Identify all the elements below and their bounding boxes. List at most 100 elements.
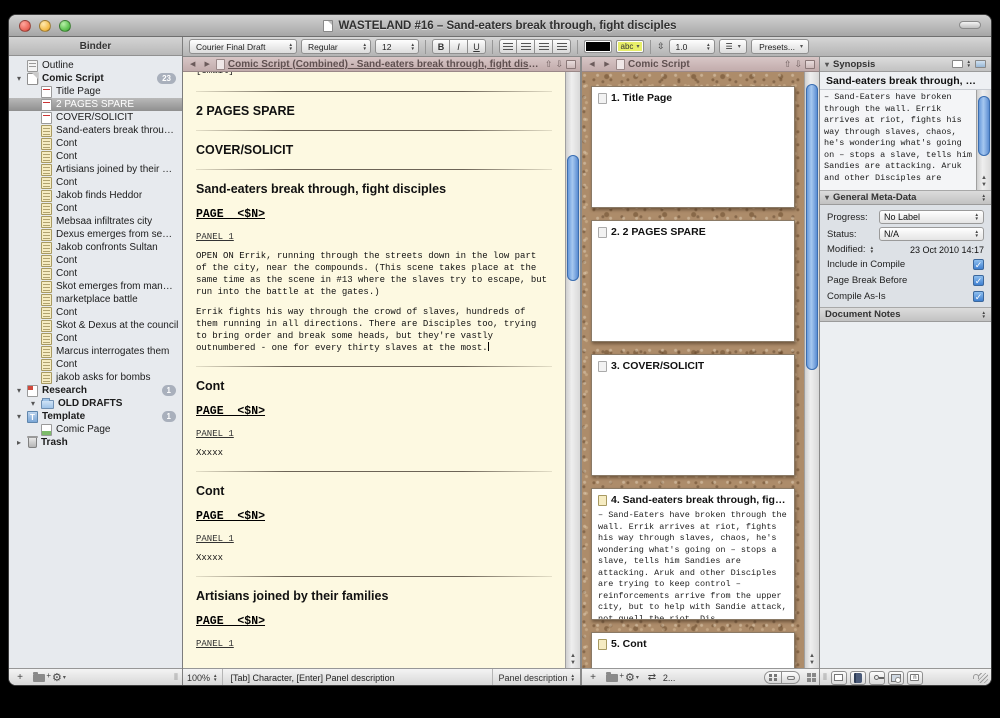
zoom-window-button[interactable] [59,20,71,32]
disclosure-triangle-icon[interactable] [17,438,27,447]
comments-tab-button[interactable]: n [907,671,923,685]
binder-item[interactable]: Cont [9,332,182,345]
index-card[interactable]: 2. 2 PAGES SPARE [591,220,795,342]
binder-item[interactable]: Comic Script 23 [9,72,182,85]
binder-item[interactable]: Cont [9,150,182,163]
status-select[interactable]: N/A ▲▼ [879,227,984,241]
font-size-select[interactable]: 12 ▲▼ [375,39,419,54]
notes-section-header[interactable]: Document Notes ▲▼ [820,307,991,322]
checkbox-checked[interactable]: ✓ [973,291,984,302]
minimize-window-button[interactable] [39,20,51,32]
meta-section-header[interactable]: General Meta-Data ▲▼ [820,190,991,205]
binder-item[interactable]: Outline [9,59,182,72]
previous-document-button[interactable]: ⇧ [545,59,553,70]
text-color-well[interactable] [584,40,612,53]
editor-text-area[interactable]: [email] 2 PAGES SPARE COVER/SOLICIT [183,72,565,668]
corkboard-scrollbar-thumb[interactable] [806,84,818,370]
notes-tab-button[interactable] [831,671,847,685]
binder-item[interactable]: marketplace battle [9,293,182,306]
binder-item[interactable]: Comic Page [9,423,182,436]
disclosure-triangle-icon[interactable] [31,399,41,408]
underline-button[interactable]: U [468,39,486,54]
align-center-button[interactable] [517,39,535,54]
synopsis-title[interactable]: Sand-eaters break through, … [820,72,991,90]
binder-item[interactable]: Research 1 [9,384,182,397]
references-tab-button[interactable] [850,671,866,685]
next-document-button[interactable]: ⇩ [794,59,802,70]
split-editor-button[interactable] [566,60,576,69]
scroll-arrows[interactable]: ▲▼ [805,653,819,667]
disclosure-triangle-icon[interactable] [17,74,27,83]
action-menu-button[interactable]: ⚙▾ [623,671,641,684]
forward-arrow-button[interactable]: ▶ [201,60,212,68]
index-card[interactable]: 4. Sand-eaters break through, fight… – S… [591,488,795,620]
corkboard-surface[interactable]: 1. Title Page 2. 2 PAGES SPARE [582,72,804,668]
image-view-icon[interactable] [975,60,986,68]
document-notes-area[interactable] [820,322,991,668]
binder-item[interactable]: Cont [9,267,182,280]
add-folder-button[interactable] [604,671,620,684]
back-arrow-button[interactable]: ◀ [187,60,198,68]
presets-menu[interactable]: Presets... ▾ [751,39,809,54]
index-card[interactable]: 1. Title Page [591,86,795,208]
synopsis-text[interactable]: – Sand-Eaters have broken through the wa… [820,90,976,190]
synopsis-section-header[interactable]: Synopsis ▲▼ [820,57,991,72]
align-left-button[interactable] [499,39,517,54]
index-card[interactable]: 5. Cont [591,632,795,668]
scroll-arrows[interactable]: ▲▼ [566,653,580,667]
synopsis-scrollbar-thumb[interactable] [978,96,990,156]
binder-item[interactable]: jakob asks for bombs [9,371,182,384]
date-stepper-icon[interactable]: ▲▼ [870,246,874,254]
synopsis-scrollbar[interactable]: ▲▼ [976,90,991,190]
binder-item[interactable]: 2 PAGES SPARE [9,98,182,111]
binder-item[interactable]: Cont [9,358,182,371]
index-card[interactable]: 3. COVER/SOLICIT [591,354,795,476]
binder-item[interactable]: Artisians joined by their … [9,163,182,176]
italic-button[interactable]: I [450,39,468,54]
zoom-level-select[interactable]: 100% ▲▼ [183,669,223,687]
script-element-select[interactable]: Panel description ▲▼ [492,669,580,687]
add-document-button[interactable]: + [12,671,28,684]
split-editor-button[interactable] [805,60,815,69]
font-family-select[interactable]: Courier Final Draft ▲▼ [189,39,297,54]
binder-item[interactable]: Title Page [9,85,182,98]
align-justify-button[interactable] [553,39,571,54]
binder-tree[interactable]: Outline Comic Script 23 Title Page [9,56,182,668]
forward-arrow-button[interactable]: ▶ [601,60,613,68]
scroll-arrows[interactable]: ▲▼ [977,175,991,189]
freeform-mode-button[interactable] [782,671,800,684]
back-arrow-button[interactable]: ◀ [586,60,598,68]
splitter-handle[interactable]: ⦀ [174,672,179,683]
editor-title-menu[interactable]: Comic Script (Combined) - Sand-eaters br… [228,59,542,70]
align-right-button[interactable] [535,39,553,54]
corkboard-mode-button[interactable] [764,671,782,684]
corkboard-scrollbar[interactable]: ▲▼ [804,72,819,668]
corkboard-title-menu[interactable]: Comic Script [628,59,690,70]
binder-item[interactable]: Template 1 [9,410,182,423]
binder-item[interactable]: Jakob confronts Sultan [9,241,182,254]
keywords-tab-button[interactable] [869,671,885,685]
binder-item[interactable]: Jakob finds Heddor [9,189,182,202]
disclosure-triangle-icon[interactable] [17,412,27,421]
index-card-view-icon[interactable] [952,60,963,68]
binder-item[interactable]: Cont [9,254,182,267]
disclosure-triangle-icon[interactable] [17,386,27,395]
disclosure-triangle-icon[interactable] [825,60,829,69]
binder-item[interactable]: Mebsaa infiltrates city [9,215,182,228]
toolbar-toggle-button[interactable] [959,21,981,29]
binder-item[interactable]: Skot & Dexus at the council [9,319,182,332]
list-style-select[interactable]: ☰ ▾ [719,39,747,54]
binder-item[interactable]: COVER/SOLICIT [9,111,182,124]
editor-scrollbar-thumb[interactable] [567,155,579,280]
binder-item[interactable]: OLD DRAFTS [9,397,182,410]
binder-item[interactable]: Dexus emerges from se… [9,228,182,241]
snapshots-tab-button[interactable] [888,671,904,685]
binder-item[interactable]: Cont [9,306,182,319]
highlight-color-well[interactable]: abc▾ [616,40,644,53]
binder-item[interactable]: Trash [9,436,182,449]
binder-item[interactable]: Sand-eaters break throu… [9,124,182,137]
action-menu-button[interactable]: ⚙▾ [50,671,68,684]
binder-item[interactable]: Cont [9,176,182,189]
close-window-button[interactable] [19,20,31,32]
window-resize-grip[interactable] [978,673,988,683]
